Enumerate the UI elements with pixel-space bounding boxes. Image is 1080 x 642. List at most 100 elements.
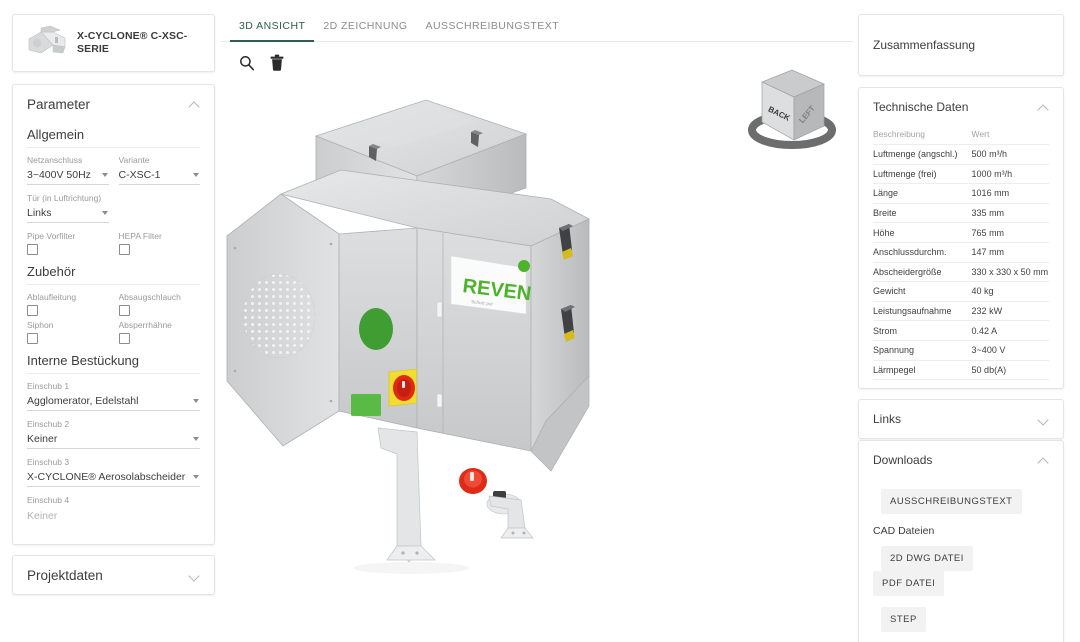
field-row-netz-variante: Netzanschluss 3~400V 50Hz Variante C-XSC… — [27, 154, 200, 192]
select-tuer[interactable]: Links — [27, 204, 109, 223]
field-label-netzanschluss: Netzanschluss — [27, 155, 83, 165]
cell-value: 1016 mm — [971, 183, 1049, 204]
checkbox-ablaufleitung[interactable] — [27, 305, 38, 316]
downloads-panel: Downloads AUSSCHREIBUNGSTEXT CAD Dateien… — [858, 440, 1064, 642]
chevron-down-icon — [193, 475, 199, 479]
field-label-tuer: Tür (in Luftrichtung) — [27, 193, 102, 203]
select-einschub-1[interactable]: Agglomerator, Edelstahl — [27, 392, 200, 411]
field-label-einschub-3: Einschub 3 — [27, 457, 70, 467]
parameter-panel-body: Allgemein Netzanschluss 3~400V 50Hz Vari… — [13, 127, 214, 544]
checkbox-item-ablaufleitung: Ablaufleitung — [27, 291, 109, 316]
parameter-panel: Parameter Allgemein Netzanschluss 3~400V… — [12, 84, 215, 545]
model-viewer: 3D ANSICHT 2D ZEICHNUNG AUSSCHREIBUNGSTE… — [221, 0, 853, 642]
cell-value: 0.42 A — [971, 320, 1049, 341]
download-2d-dwg-button[interactable]: 2D DWG DATEI — [881, 546, 973, 572]
tab-2d-zeichnung[interactable]: 2D ZEICHNUNG — [314, 20, 416, 41]
checkbox-absperrhaehne[interactable] — [118, 333, 130, 344]
downloads-panel-title: Downloads — [873, 453, 933, 468]
downloads-panel-header[interactable]: Downloads — [859, 441, 1063, 479]
cell-key: Strom — [873, 320, 972, 341]
chevron-up-icon[interactable] — [1038, 455, 1049, 466]
chevron-down-icon[interactable] — [1038, 414, 1049, 425]
select-einschub-4: Keiner — [27, 506, 200, 525]
checkbox-hepa-filter[interactable] — [118, 244, 130, 255]
technical-data-body: Beschreibung Wert Luftmenge (angschl.) 50… — [859, 126, 1063, 388]
select-variante[interactable]: C-XSC-1 — [118, 166, 200, 185]
cell-key: Luftmenge (frei) — [873, 164, 972, 185]
field-variante: Variante C-XSC-1 — [118, 154, 200, 185]
table-row: Strom 0.42 A — [873, 320, 1049, 341]
projektdaten-panel-header[interactable]: Projektdaten — [13, 556, 214, 594]
select-einschub-2[interactable]: Keiner — [27, 430, 200, 449]
table-row: Leistungsaufnahme 232 kW — [873, 301, 1049, 322]
tab-ausschreibungstext[interactable]: AUSSCHREIBUNGSTEXT — [417, 20, 569, 41]
page-title: X-CYCLONE® C-XSC-SERIE — [77, 30, 188, 55]
technical-data-header[interactable]: Technische Daten — [859, 88, 1063, 126]
checkbox-label-siphon: Siphon — [27, 320, 54, 330]
table-row: Lärmpegel 50 db(A) — [873, 360, 1049, 381]
field-spacer — [119, 192, 201, 223]
table-row: Abscheidergröße 330 x 330 x 50 mm — [873, 262, 1049, 283]
checkbox-item-pipe-vorfilter: Pipe Vorfilter — [27, 230, 109, 255]
table-row: Luftmenge (frei) 1000 m³/h — [873, 164, 1049, 185]
table-row: Luftmenge (angschl.) 500 m³/h — [873, 144, 1049, 165]
chevron-down-icon — [101, 173, 108, 177]
cell-value: 500 m³/h — [971, 144, 1049, 165]
table-row: Spannung 3~400 V — [873, 340, 1049, 361]
cell-key: Anschlussdurchm. — [873, 242, 972, 263]
select-einschub-3[interactable]: X-CYCLONE® Aerosolabscheider — [27, 468, 200, 487]
field-einschub-4: Einschub 4 Keiner — [27, 494, 200, 525]
search-zoom-icon[interactable] — [239, 55, 255, 71]
downloads-cad-label: CAD Dateien — [873, 525, 935, 538]
summary-card[interactable]: Zusammenfassung — [858, 14, 1064, 76]
section-label-allgemein: Allgemein — [27, 127, 200, 148]
checkbox-item-siphon: Siphon — [27, 319, 109, 344]
download-ausschreibungstext-button[interactable]: AUSSCHREIBUNGSTEXT — [881, 489, 1022, 515]
downloads-panel-body: AUSSCHREIBUNGSTEXT CAD Dateien 2D DWG DA… — [859, 479, 1063, 642]
viewer-tabs: 3D ANSICHT 2D ZEICHNUNG AUSSCHREIBUNGSTE… — [221, 0, 853, 42]
checkbox-label-absperrhaehne: Absperrhähne — [118, 320, 172, 330]
cell-key: Gewicht — [873, 281, 972, 302]
select-value-einschub-4: Keiner — [27, 509, 58, 522]
checkbox-item-hepa-filter: HEPA Filter — [118, 230, 201, 255]
checkbox-absaugschlauch[interactable] — [118, 305, 130, 316]
cell-value: 147 mm — [971, 242, 1049, 263]
cell-key: Luftmenge (angschl.) — [873, 144, 972, 165]
links-panel-title: Links — [873, 412, 902, 427]
select-netzanschluss[interactable]: 3~400V 50Hz — [27, 166, 109, 185]
trash-icon[interactable] — [269, 54, 285, 72]
parameter-panel-header[interactable]: Parameter — [13, 85, 214, 123]
chevron-down-icon[interactable] — [189, 570, 200, 581]
chevron-down-icon — [193, 437, 199, 441]
projektdaten-panel-title: Projektdaten — [27, 567, 103, 583]
checkbox-row-zubehoer-1: Ablaufleitung Absaugschlauch — [27, 291, 200, 316]
download-pdf-button[interactable]: PDF DATEI — [873, 571, 945, 597]
cell-value: 330 x 330 x 50 mm — [971, 262, 1049, 283]
select-value-einschub-1: Agglomerator, Edelstahl — [27, 395, 139, 407]
table-row: Länge 1016 mm — [873, 183, 1049, 204]
section-label-interne-bestueckung: Interne Bestückung — [27, 353, 200, 374]
checkbox-label-absaugschlauch: Absaugschlauch — [118, 292, 181, 302]
cell-value: 232 kW — [971, 301, 1049, 322]
x-cyclone-filter-unit-3d-model[interactable]: REVEN Schutz pur — [221, 76, 853, 642]
cell-value: 3~400 V — [971, 340, 1049, 361]
download-step-button[interactable]: STEP — [881, 607, 926, 633]
checkbox-row-zubehoer-2: Siphon Absperrhähne — [27, 319, 200, 344]
checkbox-siphon[interactable] — [27, 333, 38, 344]
configurator-app: X-CYCLONE® C-XSC-SERIE Parameter Allgeme… — [0, 0, 1080, 642]
cell-value: 1000 m³/h — [971, 164, 1049, 185]
cell-key: Spannung — [873, 340, 972, 361]
cell-key: Länge — [873, 183, 972, 204]
field-label-einschub-4: Einschub 4 — [27, 495, 70, 505]
chevron-up-icon[interactable] — [189, 99, 200, 110]
parameter-panel-title: Parameter — [27, 96, 91, 112]
cell-value: 40 kg — [971, 281, 1049, 302]
tab-3d-ansicht[interactable]: 3D ANSICHT — [230, 20, 315, 42]
chevron-up-icon[interactable] — [1038, 102, 1049, 113]
chevron-down-icon — [193, 399, 199, 403]
links-panel-header[interactable]: Links — [859, 400, 1063, 438]
chevron-down-icon — [193, 173, 199, 177]
projektdaten-panel: Projektdaten — [12, 555, 215, 595]
checkbox-pipe-vorfilter[interactable] — [27, 244, 38, 255]
cell-value: 335 mm — [971, 203, 1049, 224]
